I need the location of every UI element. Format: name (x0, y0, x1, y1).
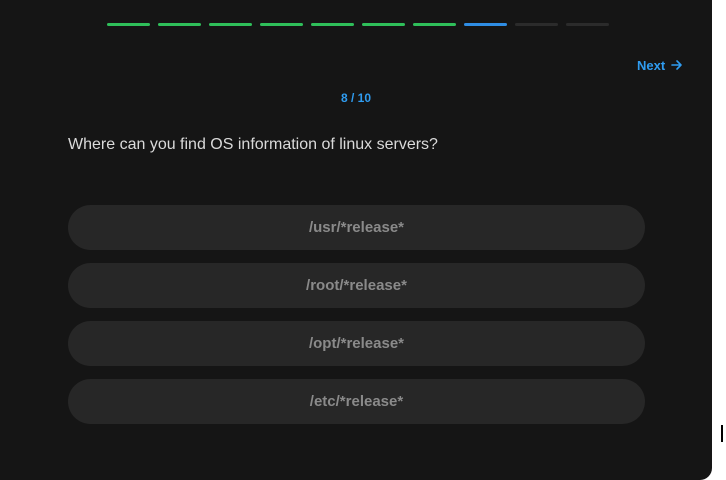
progress-segment (566, 23, 609, 26)
question-text: Where can you find OS information of lin… (68, 136, 438, 153)
answer-option[interactable]: /root/*release* (68, 263, 645, 308)
answer-options: /usr/*release* /root/*release* /opt/*rel… (68, 205, 645, 437)
progress-bar (107, 23, 609, 26)
next-button-label: Next (637, 57, 666, 73)
text-cursor (721, 425, 723, 442)
progress-segment (260, 23, 303, 26)
progress-segment (311, 23, 354, 26)
progress-segment (107, 23, 150, 26)
progress-segment (158, 23, 201, 26)
progress-segment (413, 23, 456, 26)
progress-segment (362, 23, 405, 26)
progress-segment (209, 23, 252, 26)
quiz-panel: Next 8 / 10 Where can you find OS inform… (0, 0, 712, 480)
progress-segment (515, 23, 558, 26)
answer-option[interactable]: /usr/*release* (68, 205, 645, 250)
answer-option[interactable]: /opt/*release* (68, 321, 645, 366)
next-button[interactable]: Next (637, 57, 683, 73)
question-counter: 8 / 10 (340, 91, 372, 105)
arrow-right-icon (671, 59, 683, 71)
progress-segment (464, 23, 507, 26)
answer-option[interactable]: /etc/*release* (68, 379, 645, 424)
